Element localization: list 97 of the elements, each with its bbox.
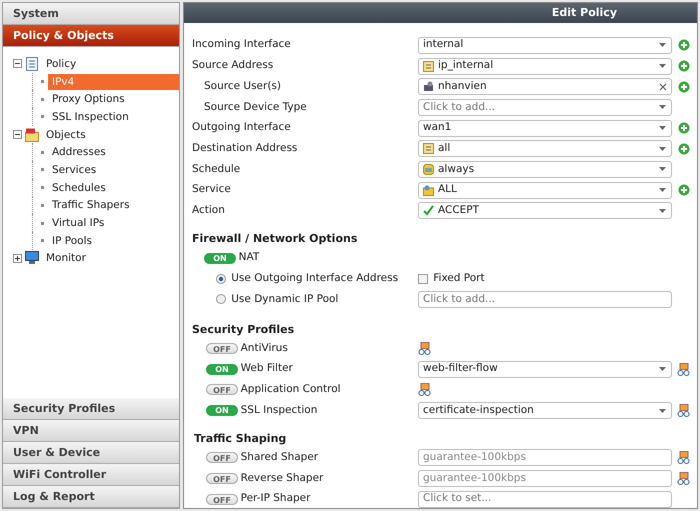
tree-item[interactable]: Traffic Shapers xyxy=(48,197,134,214)
profile-icon xyxy=(677,362,690,376)
address-icon xyxy=(423,60,434,72)
close-icon xyxy=(659,82,667,91)
check-icon xyxy=(423,205,434,216)
radio-selected[interactable] xyxy=(216,274,226,284)
section-heading: Firewall / Network Options xyxy=(192,231,358,248)
select-field[interactable]: ACCEPT xyxy=(418,202,672,220)
option-label: Shared Shaper xyxy=(240,450,318,465)
add-icon xyxy=(678,80,690,93)
section-heading: Traffic Shaping xyxy=(193,431,288,447)
toggle-switch[interactable]: OFF xyxy=(206,452,238,464)
tree-item[interactable]: Policy xyxy=(42,56,80,72)
user-icon xyxy=(423,81,434,92)
tree-item[interactable]: Monitor xyxy=(42,250,90,266)
select-field[interactable]: ALL xyxy=(418,182,672,199)
field-label: Action xyxy=(192,202,226,218)
tree-item[interactable]: IP Pools xyxy=(48,232,96,249)
add-icon xyxy=(678,184,690,196)
select-field[interactable]: certificate-inspection xyxy=(418,402,672,420)
tree-item[interactable]: SSL Inspection xyxy=(48,108,133,125)
folder-icon xyxy=(25,128,39,142)
add-icon xyxy=(678,39,690,52)
profile-icon xyxy=(677,404,690,418)
section-heading: Security Profiles xyxy=(192,322,296,338)
toggle-switch[interactable]: OFF xyxy=(206,473,238,484)
sidebar-section[interactable]: System xyxy=(3,3,179,25)
option-label: Per-IP Shaper xyxy=(240,491,310,506)
checkbox-label: Fixed Port xyxy=(433,270,485,286)
sidebar-section[interactable]: Security Profiles xyxy=(3,398,179,420)
caret-icon xyxy=(658,166,667,172)
profile-icon xyxy=(677,472,690,486)
radio-unselected[interactable] xyxy=(216,294,226,304)
input-field[interactable]: guarantee-100kbps xyxy=(418,449,672,466)
field-label: Destination Address xyxy=(192,140,298,156)
toggle-switch[interactable]: OFF xyxy=(206,384,238,396)
caret-icon xyxy=(658,125,667,132)
caret-icon xyxy=(658,408,667,414)
tree-item[interactable]: Services xyxy=(48,162,100,178)
option-label: Use Dynamic IP Pool xyxy=(231,292,338,307)
calendar-icon xyxy=(423,164,434,175)
caret-icon xyxy=(658,104,667,110)
sidebar-section[interactable]: WiFi Controller xyxy=(3,464,179,486)
select-field[interactable]: always xyxy=(418,160,672,178)
caret-icon xyxy=(658,42,667,48)
select-field[interactable]: wan1 xyxy=(418,120,672,137)
select-field[interactable]: internal xyxy=(418,36,672,54)
option-label: Reverse Shaper xyxy=(240,470,324,486)
input-field[interactable]: Click to set... xyxy=(418,490,672,508)
document-icon xyxy=(25,56,39,71)
caret-icon xyxy=(658,146,667,152)
field-label: Source Address xyxy=(192,58,274,74)
caret-icon xyxy=(658,366,667,372)
sidebar-section[interactable]: Policy & Objects xyxy=(3,25,179,47)
tree-item[interactable]: Schedules xyxy=(48,180,110,196)
field-label: Service xyxy=(192,182,232,198)
add-icon xyxy=(678,142,690,155)
option-label: SSL Inspection xyxy=(240,402,318,418)
caret-icon xyxy=(658,187,667,194)
add-icon xyxy=(678,122,690,134)
address-icon xyxy=(423,143,434,154)
tree-item[interactable]: Virtual IPs xyxy=(48,215,108,232)
field-label: Outgoing Interface xyxy=(192,120,292,136)
caret-icon xyxy=(658,63,667,70)
field-label: Source Device Type xyxy=(203,100,308,115)
select-field[interactable]: web-filter-flow xyxy=(418,360,672,378)
select-field[interactable]: ip_internal xyxy=(418,58,672,75)
field-label: Schedule xyxy=(192,162,242,177)
tree-item[interactable]: Proxy Options xyxy=(48,91,129,108)
user-field[interactable]: nhanvien xyxy=(418,78,672,96)
tree-item[interactable]: Addresses xyxy=(48,144,110,160)
sidebar-section[interactable]: User & Device xyxy=(3,442,179,464)
input-field[interactable]: Click to add... xyxy=(418,290,672,308)
select-field[interactable]: Click to add... xyxy=(418,98,672,116)
checkbox-unchecked[interactable] xyxy=(418,274,428,284)
toggle-switch[interactable]: OFF xyxy=(206,343,238,354)
caret-icon xyxy=(658,208,667,214)
service-icon xyxy=(423,184,434,196)
toggle-switch[interactable]: OFF xyxy=(206,494,238,505)
select-field[interactable]: all xyxy=(418,140,672,158)
sidebar-section[interactable]: Log & Report xyxy=(3,486,179,508)
sidebar-section[interactable]: VPN xyxy=(3,420,179,442)
profile-icon xyxy=(677,451,690,464)
profile-icon xyxy=(418,342,431,356)
option-label: NAT xyxy=(238,250,260,266)
field-label: Source User(s) xyxy=(203,78,282,94)
field-label: Incoming Interface xyxy=(192,37,292,52)
add-icon xyxy=(678,60,690,72)
monitor-icon xyxy=(25,251,39,266)
tree-item[interactable]: Objects xyxy=(42,126,90,143)
input-field[interactable]: guarantee-100kbps xyxy=(418,470,672,488)
profile-icon xyxy=(418,383,431,396)
option-label: Application Control xyxy=(240,382,341,398)
option-label: Web Filter xyxy=(240,361,293,376)
panel-title: Edit Policy xyxy=(184,3,697,23)
option-label: Use Outgoing Interface Address xyxy=(231,270,398,286)
option-label: AntiVirus xyxy=(240,340,288,356)
